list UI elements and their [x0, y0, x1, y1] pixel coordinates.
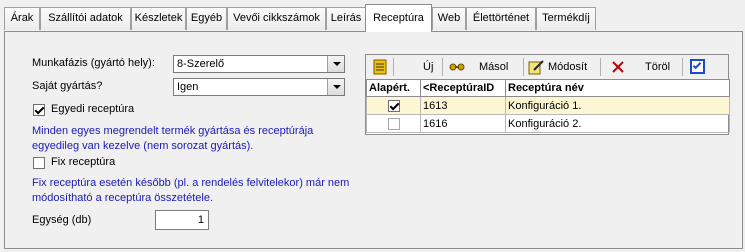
default-checkbox[interactable]: [388, 118, 400, 130]
chevron-down-icon[interactable]: [327, 79, 344, 95]
edit-button[interactable]: Módosít: [548, 58, 587, 76]
tab-keszletek[interactable]: Készletek: [131, 7, 186, 30]
egyedi-info-text: Minden egyes megrendelt termék gyártása …: [32, 124, 313, 154]
grid-toolbar: Új Másol Módosít Töröl: [365, 54, 729, 79]
egyedi-info-line-2: egyedileg van kezelve (nem sorozat gyárt…: [32, 140, 254, 152]
new-button[interactable]: Új: [423, 58, 433, 76]
sajat-gyartas-select[interactable]: Igen: [173, 78, 345, 96]
tab-termekdij[interactable]: Termékdíj: [536, 7, 596, 30]
copy-button[interactable]: Másol: [479, 58, 508, 76]
tab-elettortenet[interactable]: Élettörténet: [466, 7, 536, 30]
tab-web[interactable]: Web: [432, 7, 466, 30]
delete-button[interactable]: Töröl: [645, 58, 670, 76]
munkafazis-label: Munkafázis (gyártó hely):: [32, 57, 155, 69]
cell-default[interactable]: [366, 114, 421, 133]
tab-strip: Árak Szállítói adatok Készletek Egyéb Ve…: [0, 0, 745, 32]
column-header-default[interactable]: Alapért.: [366, 79, 421, 97]
fix-receptura-checkbox[interactable]: [33, 157, 45, 169]
fix-receptura-label: Fix receptúra: [51, 156, 116, 168]
sajat-gyartas-label: Saját gyártás?: [32, 80, 103, 92]
fix-info-line-2: módosítható a receptúra összetétele.: [32, 192, 213, 204]
tab-arak[interactable]: Árak: [4, 7, 40, 30]
tab-receptura[interactable]: Receptúra: [365, 4, 432, 32]
sajat-gyartas-value: Igen: [177, 81, 199, 93]
cell-id: 1613: [420, 96, 506, 115]
cell-default[interactable]: [366, 96, 421, 115]
cell-name: Konfiguráció 1.: [505, 96, 730, 115]
egyedi-info-line-1: Minden egyes megrendelt termék gyártása …: [32, 125, 314, 137]
munkafazis-value: 8-Szerelő: [177, 58, 225, 70]
cell-name: Konfiguráció 2.: [505, 114, 730, 133]
egyseg-label: Egység (db): [32, 214, 92, 226]
chevron-down-icon[interactable]: [327, 56, 344, 72]
cell-id: 1616: [420, 114, 506, 133]
table-header-row: Alapért. <ReceptúraID Receptúra név: [366, 79, 730, 97]
table-row[interactable]: 1613 Konfiguráció 1.: [366, 96, 730, 115]
tab-leiras[interactable]: Leírás: [326, 7, 366, 30]
egyedi-receptura-label: Egyedi receptúra: [51, 103, 135, 115]
tab-egyeb[interactable]: Egyéb: [186, 7, 227, 30]
list-icon[interactable]: [372, 59, 388, 75]
select-all-checkbox[interactable]: [690, 59, 705, 74]
egyedi-receptura-checkbox[interactable]: [33, 104, 45, 116]
column-header-id[interactable]: <ReceptúraID: [420, 79, 506, 97]
egyseg-input[interactable]: 1: [155, 210, 209, 230]
default-checkbox[interactable]: [388, 100, 400, 112]
edit-icon[interactable]: [528, 59, 544, 75]
receptura-table: Alapért. <ReceptúraID Receptúra név 1613…: [366, 79, 730, 133]
munkafazis-select[interactable]: 8-Szerelő: [173, 55, 345, 73]
delete-icon[interactable]: [610, 59, 626, 75]
fix-info-line-1: Fix receptúra esetén később (pl. a rende…: [32, 177, 350, 189]
fix-info-text: Fix receptúra esetén később (pl. a rende…: [32, 176, 349, 206]
tab-szallitoi-adatok[interactable]: Szállítói adatok: [40, 7, 131, 30]
copy-icon[interactable]: [449, 59, 465, 75]
tab-vevoi-cikkszamok[interactable]: Vevői cikkszámok: [227, 7, 326, 30]
column-header-name[interactable]: Receptúra név: [505, 79, 730, 97]
table-row[interactable]: 1616 Konfiguráció 2.: [366, 114, 730, 133]
